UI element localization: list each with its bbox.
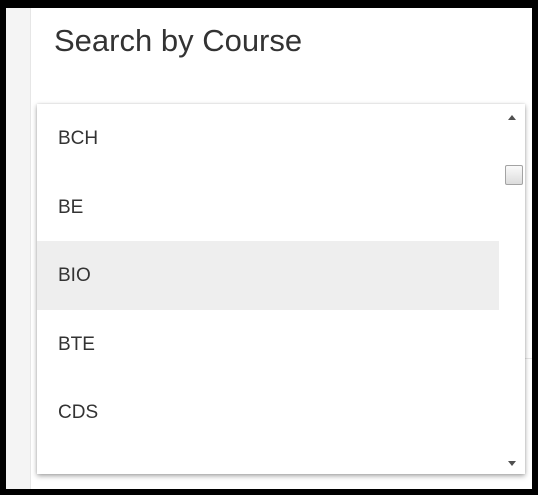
course-option-partial[interactable]	[37, 447, 499, 474]
course-option-cds[interactable]: CDS	[37, 378, 499, 447]
vertical-scrollbar[interactable]	[499, 104, 525, 474]
left-gutter	[6, 8, 31, 489]
course-option-bte[interactable]: BTE	[37, 310, 499, 379]
page-title: Search by Course	[54, 23, 303, 58]
course-option-bio[interactable]: BIO	[37, 241, 499, 310]
course-options: BCH BE BIO BTE CDS	[37, 104, 499, 474]
course-option-be[interactable]: BE	[37, 173, 499, 242]
scrollbar-thumb[interactable]	[505, 165, 523, 185]
course-dropdown-list[interactable]: BCH BE BIO BTE CDS	[37, 104, 525, 474]
scroll-up-arrow-icon[interactable]	[499, 108, 525, 126]
search-panel: Search by Course BCH BE BIO BTE CDS	[6, 8, 532, 489]
scroll-down-arrow-icon[interactable]	[499, 454, 525, 472]
course-option-bch[interactable]: BCH	[37, 104, 499, 173]
